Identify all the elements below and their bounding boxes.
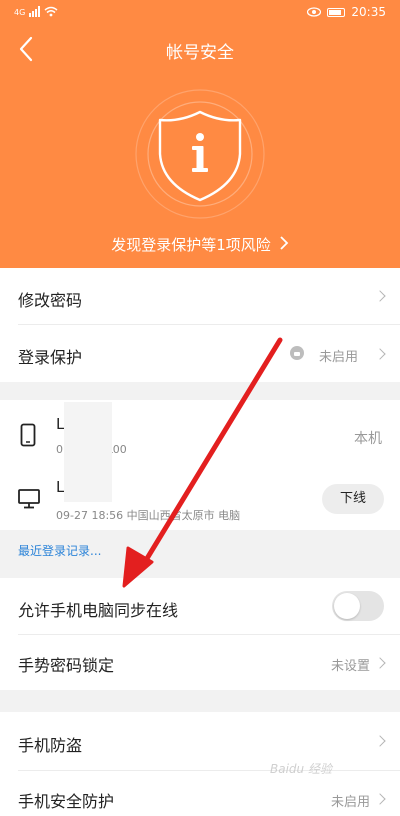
risk-warning-link[interactable]: 发现登录保护等1项风险 [0,234,400,255]
signal-icon [29,6,41,17]
phone-protection-label: 手机安全防护 [18,792,115,811]
login-protection-status: 未启用 [318,350,358,365]
eye-icon [307,7,322,17]
watermark: Baidu 经验 [270,762,332,776]
recent-login-link[interactable]: 最近登录记录... [18,542,101,559]
risk-text: 发现登录保护等1项风险 [111,236,271,254]
gesture-lock-label: 手势密码锁定 [18,656,115,675]
change-password-label: 修改密码 [18,291,83,310]
account-settings-card: 修改密码 登录保护 未启用 [0,268,400,382]
chevron-right-icon [279,236,289,254]
login-protection-label: 登录保护 [18,348,83,367]
status-right: 20:35 [307,5,386,19]
redacted-area [64,402,112,502]
gesture-lock-row[interactable]: 手势密码锁定 未设置 [0,635,400,690]
login-protection-row[interactable]: 登录保护 未启用 [0,325,400,382]
sync-online-label: 允许手机电脑同步在线 [18,601,179,620]
lock-icon [290,346,304,360]
header: 4G 20:35 帐号安全 发现登录保护等1项风险 [0,0,400,268]
shield-info-icon [135,89,265,219]
status-bar: 4G 20:35 [0,0,400,26]
clock: 20:35 [351,5,386,19]
chevron-right-icon [374,290,386,302]
toggle-knob [334,593,360,619]
page-title: 帐号安全 [166,43,234,63]
gesture-lock-status: 未设置 [330,659,370,674]
chevron-right-icon [374,348,386,360]
chevron-right-icon [374,657,386,669]
battery-icon [327,7,346,17]
offline-button[interactable]: 下线 [322,484,384,514]
phone-icon [20,423,36,447]
signal-area: 4G [14,6,58,17]
anti-theft-label: 手机防盗 [18,736,83,755]
device-info: 09-27 18:56 中国山西省太原市 电脑 [56,509,241,522]
change-password-row[interactable]: 修改密码 [0,268,400,324]
monitor-icon [18,489,40,509]
current-device-tag: 本机 [354,431,382,447]
sync-online-toggle[interactable] [332,591,384,621]
wifi-icon [44,6,58,17]
chevron-right-icon [374,735,386,747]
network-label: 4G [14,8,26,17]
